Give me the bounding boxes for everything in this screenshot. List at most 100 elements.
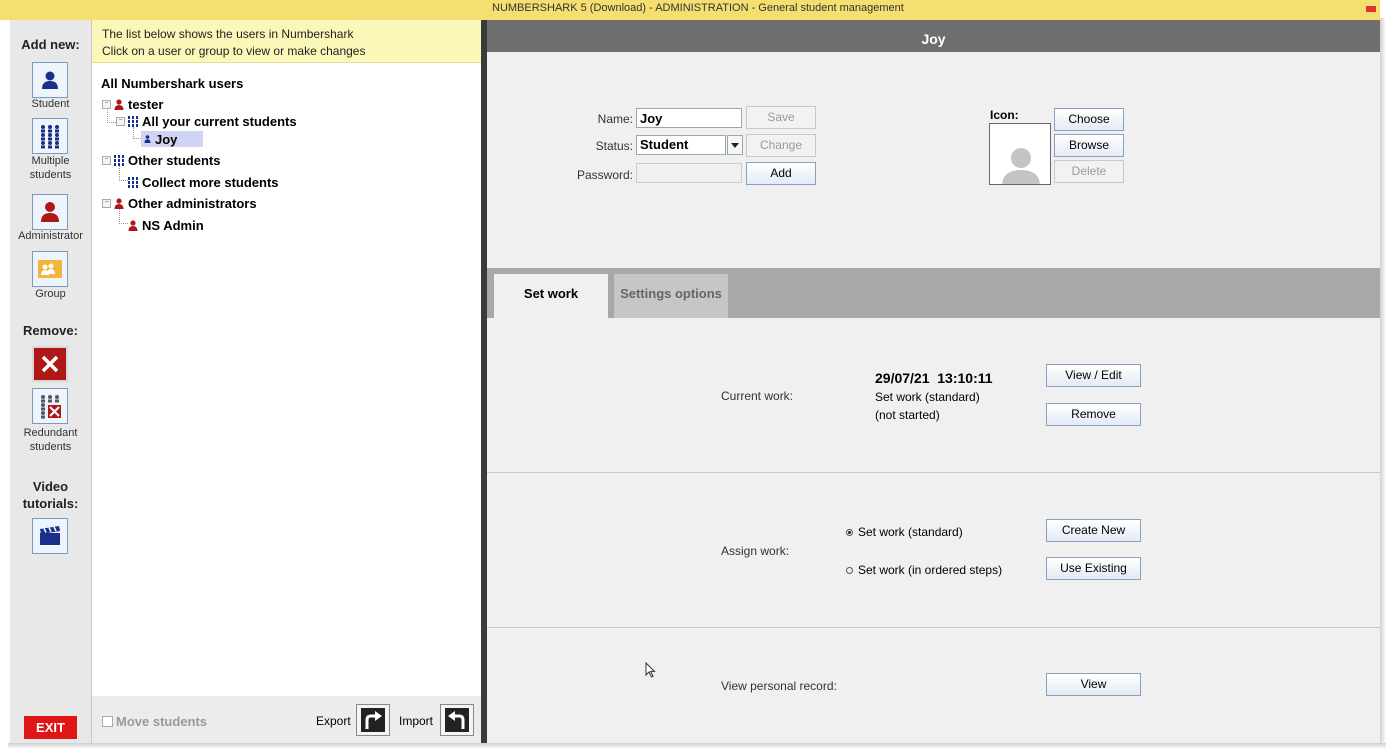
add-multiple-students-label: Multiple students bbox=[29, 155, 72, 181]
icon-label: Icon: bbox=[990, 108, 1019, 122]
save-button[interactable]: Save bbox=[746, 106, 816, 129]
radio-set-work-ordered[interactable]: Set work (in ordered steps) bbox=[846, 563, 1002, 577]
current-work-date: 29/07/21 13:10:11 bbox=[875, 370, 993, 386]
tree-connector bbox=[107, 110, 116, 123]
video-tutorials-button[interactable] bbox=[32, 518, 68, 554]
tree-node-other-admins[interactable]: Other administrators bbox=[114, 195, 257, 211]
add-student-button[interactable] bbox=[32, 62, 68, 98]
add-student-label: Student bbox=[31, 98, 70, 110]
left-toolbar: Add new: Student Multiple students Admin… bbox=[10, 20, 92, 743]
status-dropdown-button[interactable] bbox=[727, 135, 743, 155]
group-grid-icon bbox=[128, 176, 138, 188]
tree-node-collect-more[interactable]: Collect more students bbox=[128, 174, 279, 190]
group-icon bbox=[38, 260, 62, 278]
tree-node-joy[interactable]: Joy bbox=[141, 131, 204, 147]
add-group-button[interactable] bbox=[32, 251, 68, 287]
current-students-expander[interactable]: − bbox=[116, 117, 125, 126]
redundant-students-icon bbox=[41, 395, 61, 419]
move-students-label: Move students bbox=[116, 714, 208, 729]
change-button[interactable]: Change bbox=[746, 134, 816, 157]
tree-connector bbox=[119, 166, 128, 181]
add-multiple-students-button[interactable] bbox=[32, 118, 68, 154]
selected-user-header: Joy bbox=[487, 20, 1380, 52]
student-icon bbox=[42, 71, 58, 89]
tree-footer: Move students Export Import bbox=[92, 696, 481, 743]
import-arrow-icon bbox=[445, 708, 469, 732]
default-avatar-icon bbox=[1002, 148, 1040, 184]
remove-work-button[interactable]: Remove bbox=[1046, 403, 1141, 426]
tree-instruction-line2: Click on a user or group to view or make… bbox=[102, 44, 366, 58]
tree-node-current-students-label: All your current students bbox=[142, 113, 297, 129]
section-divider bbox=[487, 472, 1380, 473]
tree-node-other-students[interactable]: Other students bbox=[114, 152, 220, 168]
multiple-students-icon bbox=[41, 125, 59, 149]
remove-user-button[interactable] bbox=[32, 346, 68, 382]
mouse-cursor-icon bbox=[645, 662, 656, 678]
tab-set-work[interactable]: Set work bbox=[494, 274, 608, 318]
view-record-button[interactable]: View bbox=[1046, 673, 1141, 696]
administrator-icon bbox=[114, 197, 124, 209]
tab-bar: Set work Settings options bbox=[487, 268, 1380, 318]
name-label: Name: bbox=[597, 112, 633, 126]
tab-settings-options[interactable]: Settings options bbox=[614, 274, 728, 318]
status-select-value: Student bbox=[640, 137, 689, 152]
password-field[interactable] bbox=[636, 163, 742, 183]
tree-node-current-students[interactable]: All your current students bbox=[128, 113, 297, 129]
user-tree-panel: The list below shows the users in Number… bbox=[92, 20, 481, 743]
window-title-bar: NUMBERSHARK 5 (Download) - ADMINISTRATIO… bbox=[0, 0, 1380, 20]
delete-icon-button[interactable]: Delete bbox=[1054, 160, 1124, 183]
export-button[interactable] bbox=[356, 704, 390, 736]
tree-root[interactable]: All Numbershark users bbox=[101, 75, 243, 91]
tree-connector bbox=[119, 209, 128, 224]
create-new-button[interactable]: Create New bbox=[1046, 519, 1141, 542]
window-shadow bbox=[8, 743, 1386, 749]
checkbox-box bbox=[102, 716, 113, 727]
administrator-icon bbox=[128, 219, 138, 231]
tree-node-tester[interactable]: tester bbox=[114, 96, 163, 112]
exit-button[interactable]: EXIT bbox=[24, 716, 77, 739]
view-edit-button[interactable]: View / Edit bbox=[1046, 364, 1141, 387]
status-select[interactable]: Student bbox=[636, 135, 726, 155]
import-button[interactable] bbox=[440, 704, 474, 736]
choose-icon-button[interactable]: Choose bbox=[1054, 108, 1124, 131]
radio-set-work-standard[interactable]: Set work (standard) bbox=[846, 525, 963, 539]
remove-redundant-students-button[interactable] bbox=[32, 388, 68, 424]
remove-heading: Remove: bbox=[23, 323, 78, 338]
radio-button bbox=[846, 528, 853, 536]
export-arrow-icon bbox=[361, 708, 385, 732]
add-password-button[interactable]: Add bbox=[746, 162, 816, 185]
group-grid-icon bbox=[128, 115, 138, 127]
tree-node-ns-admin[interactable]: NS Admin bbox=[128, 217, 204, 233]
user-avatar bbox=[989, 123, 1051, 185]
radio-button bbox=[846, 566, 853, 574]
move-students-checkbox[interactable]: Move students bbox=[102, 714, 207, 729]
use-existing-button[interactable]: Use Existing bbox=[1046, 557, 1141, 580]
add-administrator-button[interactable] bbox=[32, 194, 68, 230]
tree-node-tester-label: tester bbox=[128, 96, 164, 112]
add-administrator-label: Administrator bbox=[18, 230, 83, 242]
window-shadow bbox=[1380, 18, 1386, 745]
radio-set-work-ordered-label: Set work (in ordered steps) bbox=[858, 563, 1003, 577]
remove-icon bbox=[41, 355, 59, 373]
close-window-button[interactable] bbox=[1366, 6, 1376, 12]
tester-expander[interactable]: − bbox=[102, 100, 111, 109]
chevron-down-icon bbox=[731, 142, 739, 148]
tree-node-other-students-label: Other students bbox=[128, 152, 221, 168]
browse-icon-button[interactable]: Browse bbox=[1054, 134, 1124, 157]
tree-node-collect-more-label: Collect more students bbox=[142, 174, 279, 190]
add-new-heading: Add new: bbox=[21, 37, 80, 52]
group-grid-icon bbox=[114, 154, 124, 166]
tree-node-joy-label: Joy bbox=[155, 131, 178, 147]
tree-instruction-line1: The list below shows the users in Number… bbox=[102, 27, 354, 41]
import-label: Import bbox=[399, 714, 434, 728]
password-label: Password: bbox=[576, 168, 633, 182]
clapperboard-icon bbox=[40, 526, 60, 545]
current-work-state: (not started) bbox=[875, 408, 940, 422]
current-work-label: Current work: bbox=[721, 389, 794, 403]
other-students-expander[interactable]: − bbox=[102, 156, 111, 165]
name-field[interactable] bbox=[636, 108, 742, 128]
section-divider bbox=[487, 627, 1380, 628]
other-admins-expander[interactable]: − bbox=[102, 199, 111, 208]
administrator-icon bbox=[114, 98, 124, 110]
assign-work-label: Assign work: bbox=[721, 544, 790, 558]
